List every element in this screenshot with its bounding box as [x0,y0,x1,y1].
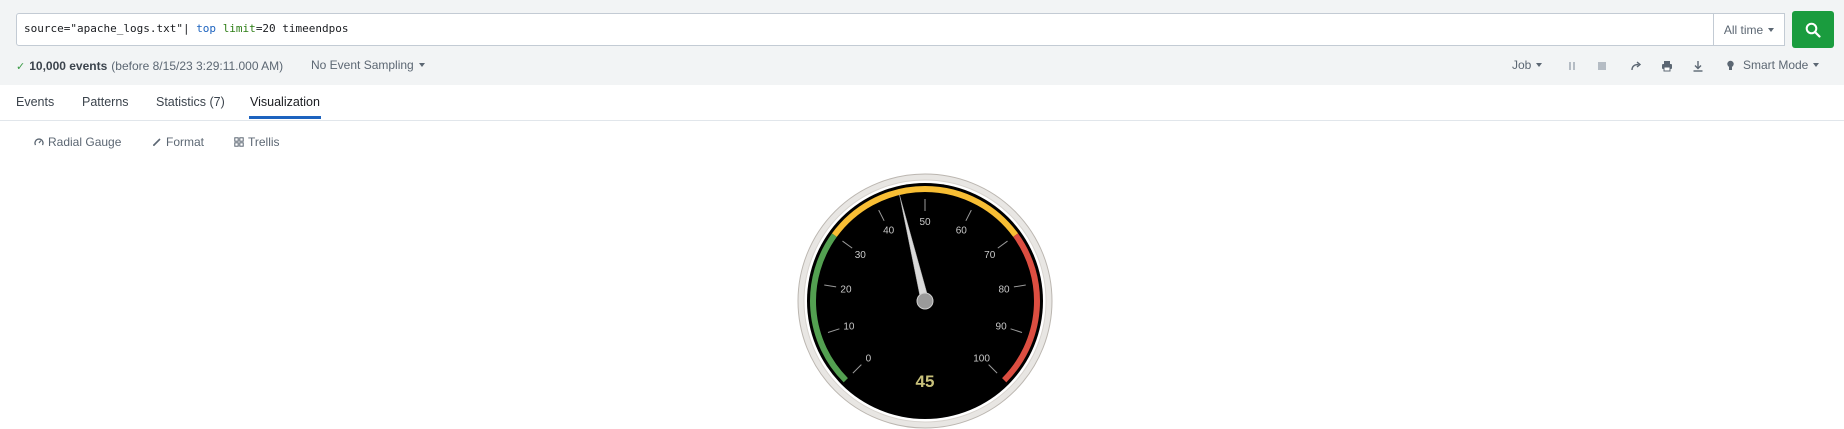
trellis-label: Trellis [248,135,280,149]
search-mode-dropdown[interactable]: Smart Mode [1726,58,1820,72]
gauge-tick-label: 70 [984,250,996,261]
tab-patterns[interactable]: Patterns [82,95,129,109]
print-icon [1662,61,1672,72]
query-rest-token: =20 timeendpos [255,22,349,35]
gauge-tick-label: 100 [973,354,990,365]
event-range: (before 8/15/23 3:29:11.000 AM) [111,59,284,73]
chevron-down-icon [418,63,425,67]
gauge-needle-hub [916,292,934,310]
time-range-picker[interactable]: All time [1714,13,1785,46]
job-menu[interactable]: Job [1512,58,1543,72]
stop-icon [1598,62,1606,70]
event-sampling-dropdown[interactable]: No Event Sampling [311,58,425,72]
gauge-value: 45 [916,372,935,391]
grid-icon [234,137,244,147]
check-icon: ✓ [16,60,26,73]
gauge-tick-label: 0 [866,354,872,365]
format-button[interactable]: Format [152,135,204,149]
pencil-icon [152,138,161,147]
chevron-down-icon [1536,63,1543,67]
gauge-icon [34,138,44,146]
search-query-text[interactable]: source="apache_logs.txt"| top limit=20 t… [24,22,349,35]
gauge-tick-label: 10 [843,322,855,333]
lightbulb-icon [1727,60,1734,70]
results-tabs: Events Patterns Statistics (7) Visualiza… [0,85,1844,121]
tab-statistics[interactable]: Statistics (7) [156,95,225,109]
search-icon [1805,22,1821,38]
export-button[interactable] [1691,59,1705,73]
search-button[interactable] [1792,11,1834,48]
chevron-down-icon [1813,63,1820,67]
trellis-button[interactable]: Trellis [234,135,280,149]
query-arg-token: limit [222,22,256,35]
visualization-type-label: Radial Gauge [48,135,122,149]
pause-icon [1569,62,1575,70]
radial-gauge: 0 10 20 30 40 50 60 70 80 90 100 45 [797,173,1053,429]
search-input[interactable]: source="apache_logs.txt"| top limit=20 t… [16,13,1714,46]
job-label: Job [1512,58,1532,72]
event-status: ✓ 10,000 events (before 8/15/23 3:29:11.… [16,58,283,74]
gauge-tick-label: 20 [840,284,852,295]
search-bar-area: source="apache_logs.txt"| top limit=20 t… [0,0,1844,85]
visualization-type-picker[interactable]: Radial Gauge [34,135,121,149]
event-count: 10,000 events [29,59,108,73]
tab-events[interactable]: Events [16,95,54,109]
stop-button[interactable] [1595,59,1609,73]
gauge-tick-label: 30 [855,250,867,261]
query-source-token: source="apache_logs.txt"| [24,22,197,35]
download-icon [1693,61,1703,72]
format-label: Format [166,135,205,149]
search-mode-label: Smart Mode [1743,58,1809,72]
gauge-tick-label: 50 [919,217,931,228]
time-range-label: All time [1723,22,1764,37]
print-button[interactable] [1660,59,1674,73]
gauge-tick-label: 90 [996,322,1008,333]
pause-button[interactable] [1565,59,1579,73]
share-icon [1631,61,1642,71]
share-button[interactable] [1629,59,1643,73]
active-tab-indicator [249,116,321,119]
gauge-tick-label: 60 [956,226,968,237]
event-sampling-label: No Event Sampling [311,58,414,72]
gauge-tick-label: 40 [883,226,895,237]
gauge-tick-label: 80 [998,284,1010,295]
chevron-down-icon [1768,27,1775,32]
tab-visualization[interactable]: Visualization [250,95,320,109]
query-command-token: top [196,22,217,35]
